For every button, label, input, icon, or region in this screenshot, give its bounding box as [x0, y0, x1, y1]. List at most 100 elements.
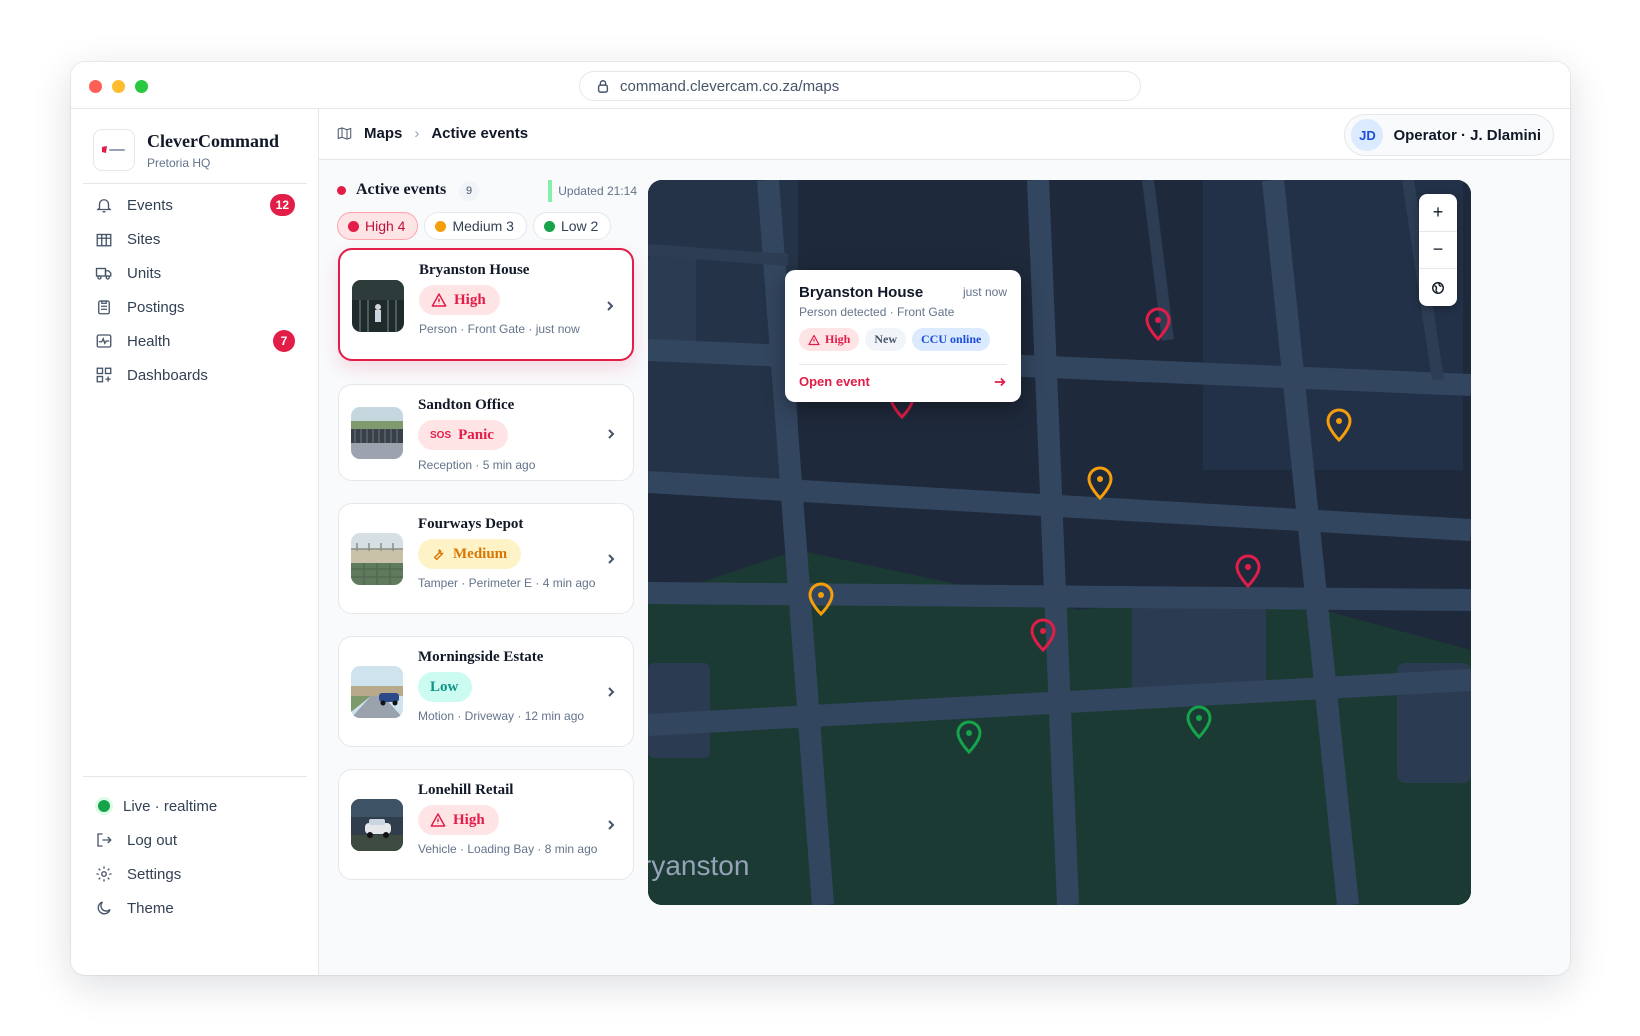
- warning-triangle-icon: [431, 293, 447, 307]
- bell-icon: [96, 199, 112, 213]
- popup-time: just now: [962, 285, 1007, 299]
- pulse-icon: [96, 334, 112, 348]
- event-site: Lonehill Retail: [418, 782, 514, 798]
- sidebar-item-logout[interactable]: Log out: [95, 825, 295, 855]
- map-background: [648, 180, 1471, 905]
- events-map[interactable]: ryanston + − Bryanston House just now Pe…: [648, 180, 1471, 905]
- event-card[interactable]: Lonehill Retail High Vehicle · Loading B…: [338, 769, 634, 880]
- chevron-right-icon: [608, 687, 615, 697]
- breadcrumb: Maps › Active events: [337, 125, 528, 142]
- map-zoom-controls: + −: [1419, 194, 1457, 306]
- map-icon: [337, 127, 352, 140]
- filter-color-dot: [543, 220, 555, 232]
- chevron-right-icon: [608, 554, 615, 564]
- chevron-right-icon: [607, 301, 614, 311]
- top-bar: Maps › Active events JD Operator · J. Dl…: [319, 109, 1570, 160]
- chevron-right-icon: [608, 429, 615, 439]
- sidebar-item-label: Theme: [127, 899, 174, 917]
- popup-tags: High New CCU online: [799, 328, 991, 351]
- map-pin-low[interactable]: [1185, 705, 1213, 739]
- severity-label: Low: [430, 678, 459, 695]
- user-menu[interactable]: JD Operator · J. Dlamini: [1344, 114, 1554, 156]
- sos-icon: SOS: [430, 429, 452, 441]
- map-pin-medium[interactable]: [1086, 466, 1114, 500]
- map-pin-medium[interactable]: [807, 582, 835, 616]
- updated-time: Updated 21:14: [548, 180, 637, 202]
- sidebar-item-label: Postings: [127, 298, 185, 316]
- severity-badge: Medium: [418, 539, 522, 569]
- sidebar-item-health[interactable]: Health 7: [95, 326, 295, 356]
- severity-badge: High: [418, 805, 499, 835]
- map-pin-low[interactable]: [955, 720, 983, 754]
- popup-severity-label: High: [825, 332, 851, 346]
- globe-view-button[interactable]: [1419, 269, 1457, 306]
- zoom-out-button[interactable]: −: [1419, 231, 1457, 268]
- brand-subtitle: Pretoria HQ: [147, 155, 211, 170]
- event-site: Morningside Estate: [418, 649, 544, 665]
- filter-high[interactable]: High 4: [337, 212, 419, 240]
- sidebar: CleverCommand Pretoria HQ Events 12 Site…: [71, 109, 319, 975]
- map-pin-high[interactable]: [1144, 307, 1172, 341]
- event-meta: Tamper · Perimeter E · 4 min ago: [418, 576, 596, 590]
- brand: CleverCommand Pretoria HQ: [93, 129, 279, 171]
- sidebar-item-label: Log out: [127, 831, 178, 849]
- sidebar-item-postings[interactable]: Postings: [95, 292, 295, 322]
- sidebar-divider: [83, 183, 307, 184]
- truck-icon: [95, 267, 112, 280]
- event-site: Fourways Depot: [418, 516, 524, 532]
- breadcrumb-current: Active events: [431, 125, 529, 142]
- filter-label: Medium 3: [452, 218, 514, 234]
- live-event-dot: [337, 186, 346, 195]
- severity-badge: Low: [418, 672, 473, 702]
- map-pin-medium[interactable]: [1325, 408, 1353, 442]
- browser-titlebar: command.clevercam.co.za/maps: [71, 62, 1570, 109]
- event-site: Bryanston House: [419, 262, 530, 278]
- sidebar-item-events[interactable]: Events 12: [95, 190, 295, 220]
- url-bar[interactable]: command.clevercam.co.za/maps: [579, 71, 1141, 101]
- sidebar-item-dashboards[interactable]: Dashboards: [95, 360, 295, 390]
- sidebar-item-label: Settings: [127, 865, 182, 883]
- events-panel-header: Active events 9 Updated 21:14: [337, 180, 637, 204]
- breadcrumb-maps[interactable]: Maps: [364, 125, 402, 142]
- event-thumbnail: [351, 533, 403, 585]
- filter-medium[interactable]: Medium 3: [424, 212, 527, 240]
- filter-low[interactable]: Low 2: [532, 212, 612, 240]
- map-pin-high[interactable]: [1029, 618, 1057, 652]
- live-status-label: Live · realtime: [123, 797, 218, 815]
- sidebar-item-settings[interactable]: Settings: [95, 859, 295, 889]
- map-area-label: ryanston: [648, 850, 750, 881]
- event-card[interactable]: Morningside Estate Low Motion · Driveway…: [338, 636, 634, 747]
- live-status-dot: [98, 800, 110, 812]
- open-event-button[interactable]: Open event: [799, 374, 1007, 389]
- event-meta: Person · Front Gate · just now: [419, 322, 580, 336]
- severity-label: High: [454, 291, 486, 308]
- sidebar-divider: [83, 776, 307, 777]
- sidebar-item-label: Sites: [127, 230, 161, 248]
- close-window-button[interactable]: [89, 80, 102, 93]
- event-card[interactable]: Fourways Depot Medium Tamper · Perimeter…: [338, 503, 634, 614]
- dashboard-grid-icon: [96, 367, 112, 383]
- events-count-badge: 12: [269, 194, 295, 216]
- lock-icon: [597, 80, 609, 93]
- event-thumbnail: [352, 280, 404, 332]
- events-count: 9: [459, 181, 479, 201]
- sidebar-item-units[interactable]: Units: [95, 258, 295, 288]
- avatar: JD: [1351, 119, 1384, 151]
- event-card[interactable]: Sandton Office SOS Panic Reception · 5 m…: [338, 384, 634, 481]
- minimize-window-button[interactable]: [112, 80, 125, 93]
- popup-divider: [799, 364, 1007, 365]
- clipboard-icon: [98, 300, 110, 315]
- zoom-in-button[interactable]: +: [1419, 194, 1457, 231]
- sidebar-item-theme[interactable]: Theme: [95, 893, 295, 923]
- map-pin-high[interactable]: [1234, 554, 1262, 588]
- sidebar-item-label: Events: [127, 196, 173, 214]
- filter-label: High 4: [365, 218, 406, 234]
- health-count-badge: 7: [273, 330, 295, 352]
- event-meta: Motion · Driveway · 12 min ago: [418, 709, 585, 723]
- event-card[interactable]: Bryanston House High Person · Front Gate…: [338, 248, 634, 361]
- popup-status-tag: New: [865, 328, 907, 351]
- maximize-window-button[interactable]: [135, 80, 148, 93]
- sidebar-item-label: Units: [127, 264, 162, 282]
- sidebar-item-sites[interactable]: Sites: [95, 224, 295, 254]
- wrench-icon: [433, 549, 444, 561]
